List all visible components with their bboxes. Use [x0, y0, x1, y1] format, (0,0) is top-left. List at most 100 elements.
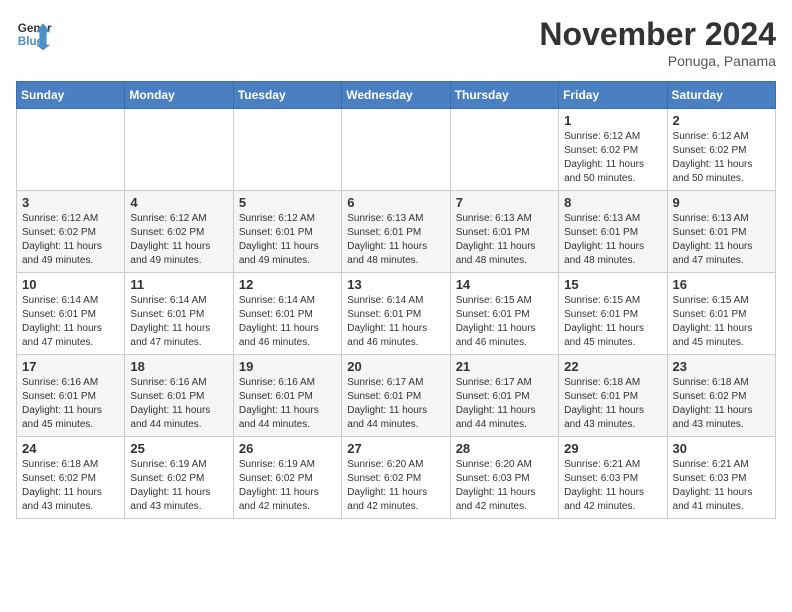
- day-info: Sunrise: 6:14 AM Sunset: 6:01 PM Dayligh…: [130, 294, 227, 350]
- location-subtitle: Ponuga, Panama: [539, 53, 776, 69]
- day-info: Sunrise: 6:17 AM Sunset: 6:01 PM Dayligh…: [347, 376, 444, 432]
- day-info: Sunrise: 6:17 AM Sunset: 6:01 PM Dayligh…: [456, 376, 553, 432]
- calendar-day-cell: 20Sunrise: 6:17 AM Sunset: 6:01 PM Dayli…: [342, 355, 450, 437]
- day-info: Sunrise: 6:21 AM Sunset: 6:03 PM Dayligh…: [564, 458, 661, 514]
- calendar-day-header: Sunday: [17, 82, 125, 109]
- day-number: 28: [456, 441, 553, 456]
- day-info: Sunrise: 6:20 AM Sunset: 6:02 PM Dayligh…: [347, 458, 444, 514]
- calendar-day-cell: 3 Sunrise: 6:12 AM Sunset: 6:02 PM Daylig…: [17, 191, 125, 273]
- day-number: 9: [673, 195, 770, 210]
- calendar-day-cell: 19 Sunrise: 6:16 AM Sunset: 6:01 PM Dayli…: [233, 355, 341, 437]
- day-number: 1: [564, 113, 661, 128]
- calendar-day-cell: 25Sunrise: 6:19 AM Sunset: 6:02 PM Dayli…: [125, 437, 233, 519]
- day-info: Sunrise: 6:16 AM Sunset: 6:01 PM Dayligh…: [22, 376, 119, 432]
- calendar-day-header: Tuesday: [233, 82, 341, 109]
- day-number: 12: [239, 277, 336, 292]
- calendar-day-cell: 24 Sunrise: 6:18 AM Sunset: 6:02 PM Dayli…: [17, 437, 125, 519]
- calendar-day-header: Thursday: [450, 82, 558, 109]
- day-number: 4: [130, 195, 227, 210]
- day-number: 14: [456, 277, 553, 292]
- day-info: Sunrise: 6:18 AM Sunset: 6:02 PM Dayligh…: [22, 458, 119, 514]
- calendar-day-cell: 28Sunrise: 6:20 AM Sunset: 6:03 PM Dayli…: [450, 437, 558, 519]
- calendar-day-cell: 10Sunrise: 6:14 AM Sunset: 6:01 PM Dayli…: [17, 273, 125, 355]
- title-section: November 2024 Ponuga, Panama: [539, 16, 776, 69]
- day-info: Sunrise: 6:14 AM Sunset: 6:01 PM Dayligh…: [347, 294, 444, 350]
- calendar-day-header: Saturday: [667, 82, 775, 109]
- calendar-day-cell: 2 Sunrise: 6:12 AM Sunset: 6:02 PM Daylig…: [667, 109, 775, 191]
- calendar-day-cell: 15 Sunrise: 6:15 AM Sunset: 6:01 PM Dayli…: [559, 273, 667, 355]
- calendar-day-cell: 18 Sunrise: 6:16 AM Sunset: 6:01 PM Dayli…: [125, 355, 233, 437]
- calendar-day-cell: [450, 109, 558, 191]
- calendar-day-cell: 9 Sunrise: 6:13 AM Sunset: 6:01 PM Daylig…: [667, 191, 775, 273]
- calendar-week-row: 17 Sunrise: 6:16 AM Sunset: 6:01 PM Dayli…: [17, 355, 776, 437]
- calendar-day-header: Wednesday: [342, 82, 450, 109]
- calendar-day-cell: 22Sunrise: 6:18 AM Sunset: 6:01 PM Dayli…: [559, 355, 667, 437]
- day-number: 18: [130, 359, 227, 374]
- calendar-day-cell: 30Sunrise: 6:21 AM Sunset: 6:03 PM Dayli…: [667, 437, 775, 519]
- day-info: Sunrise: 6:19 AM Sunset: 6:02 PM Dayligh…: [239, 458, 336, 514]
- calendar-day-cell: 11 Sunrise: 6:14 AM Sunset: 6:01 PM Dayli…: [125, 273, 233, 355]
- calendar-day-cell: 13 Sunrise: 6:14 AM Sunset: 6:01 PM Dayli…: [342, 273, 450, 355]
- calendar-week-row: 3 Sunrise: 6:12 AM Sunset: 6:02 PM Daylig…: [17, 191, 776, 273]
- day-info: Sunrise: 6:13 AM Sunset: 6:01 PM Dayligh…: [564, 212, 661, 268]
- day-info: Sunrise: 6:12 AM Sunset: 6:02 PM Dayligh…: [564, 130, 661, 186]
- month-title: November 2024: [539, 16, 776, 53]
- day-info: Sunrise: 6:15 AM Sunset: 6:01 PM Dayligh…: [564, 294, 661, 350]
- day-number: 6: [347, 195, 444, 210]
- day-number: 2: [673, 113, 770, 128]
- calendar-day-cell: 27 Sunrise: 6:20 AM Sunset: 6:02 PM Dayli…: [342, 437, 450, 519]
- calendar-day-cell: 16 Sunrise: 6:15 AM Sunset: 6:01 PM Dayli…: [667, 273, 775, 355]
- calendar-day-cell: [342, 109, 450, 191]
- day-number: 17: [22, 359, 119, 374]
- calendar-day-cell: 17 Sunrise: 6:16 AM Sunset: 6:01 PM Dayli…: [17, 355, 125, 437]
- day-number: 21: [456, 359, 553, 374]
- calendar-day-cell: [125, 109, 233, 191]
- day-number: 3: [22, 195, 119, 210]
- calendar-day-cell: 5 Sunrise: 6:12 AM Sunset: 6:01 PM Daylig…: [233, 191, 341, 273]
- day-number: 7: [456, 195, 553, 210]
- calendar-day-cell: 14 Sunrise: 6:15 AM Sunset: 6:01 PM Dayli…: [450, 273, 558, 355]
- day-number: 24: [22, 441, 119, 456]
- logo-icon: General Blue: [16, 16, 52, 52]
- day-number: 11: [130, 277, 227, 292]
- calendar-day-header: Monday: [125, 82, 233, 109]
- calendar-day-cell: [17, 109, 125, 191]
- day-number: 5: [239, 195, 336, 210]
- calendar-day-cell: 4 Sunrise: 6:12 AM Sunset: 6:02 PM Daylig…: [125, 191, 233, 273]
- day-info: Sunrise: 6:13 AM Sunset: 6:01 PM Dayligh…: [673, 212, 770, 268]
- day-number: 8: [564, 195, 661, 210]
- day-number: 19: [239, 359, 336, 374]
- day-info: Sunrise: 6:16 AM Sunset: 6:01 PM Dayligh…: [239, 376, 336, 432]
- day-info: Sunrise: 6:16 AM Sunset: 6:01 PM Dayligh…: [130, 376, 227, 432]
- day-number: 26: [239, 441, 336, 456]
- calendar-day-cell: 12 Sunrise: 6:14 AM Sunset: 6:01 PM Dayli…: [233, 273, 341, 355]
- day-info: Sunrise: 6:13 AM Sunset: 6:01 PM Dayligh…: [347, 212, 444, 268]
- day-number: 16: [673, 277, 770, 292]
- logo: General Blue: [16, 16, 52, 52]
- calendar-day-cell: 21 Sunrise: 6:17 AM Sunset: 6:01 PM Dayli…: [450, 355, 558, 437]
- calendar-day-cell: 8 Sunrise: 6:13 AM Sunset: 6:01 PM Daylig…: [559, 191, 667, 273]
- calendar-week-row: 1 Sunrise: 6:12 AM Sunset: 6:02 PM Daylig…: [17, 109, 776, 191]
- day-number: 29: [564, 441, 661, 456]
- day-number: 15: [564, 277, 661, 292]
- calendar-day-cell: 1 Sunrise: 6:12 AM Sunset: 6:02 PM Daylig…: [559, 109, 667, 191]
- day-info: Sunrise: 6:12 AM Sunset: 6:01 PM Dayligh…: [239, 212, 336, 268]
- day-info: Sunrise: 6:13 AM Sunset: 6:01 PM Dayligh…: [456, 212, 553, 268]
- calendar-body: 1 Sunrise: 6:12 AM Sunset: 6:02 PM Daylig…: [17, 109, 776, 519]
- day-info: Sunrise: 6:12 AM Sunset: 6:02 PM Dayligh…: [673, 130, 770, 186]
- day-number: 13: [347, 277, 444, 292]
- day-number: 25: [130, 441, 227, 456]
- day-info: Sunrise: 6:21 AM Sunset: 6:03 PM Dayligh…: [673, 458, 770, 514]
- calendar-day-cell: 6 Sunrise: 6:13 AM Sunset: 6:01 PM Daylig…: [342, 191, 450, 273]
- calendar-week-row: 10Sunrise: 6:14 AM Sunset: 6:01 PM Dayli…: [17, 273, 776, 355]
- day-number: 22: [564, 359, 661, 374]
- day-info: Sunrise: 6:12 AM Sunset: 6:02 PM Dayligh…: [130, 212, 227, 268]
- day-info: Sunrise: 6:12 AM Sunset: 6:02 PM Dayligh…: [22, 212, 119, 268]
- day-info: Sunrise: 6:15 AM Sunset: 6:01 PM Dayligh…: [673, 294, 770, 350]
- calendar-day-cell: 23Sunrise: 6:18 AM Sunset: 6:02 PM Dayli…: [667, 355, 775, 437]
- day-number: 23: [673, 359, 770, 374]
- day-number: 27: [347, 441, 444, 456]
- calendar-day-cell: 7 Sunrise: 6:13 AM Sunset: 6:01 PM Daylig…: [450, 191, 558, 273]
- day-info: Sunrise: 6:15 AM Sunset: 6:01 PM Dayligh…: [456, 294, 553, 350]
- day-info: Sunrise: 6:14 AM Sunset: 6:01 PM Dayligh…: [239, 294, 336, 350]
